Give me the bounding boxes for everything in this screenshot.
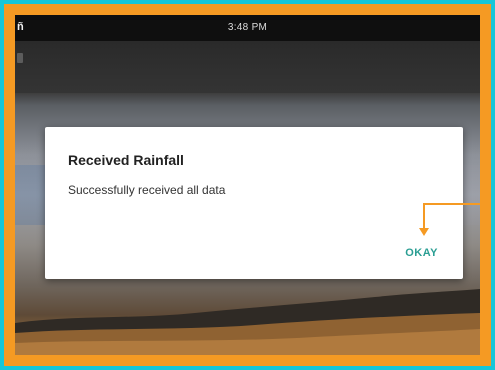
status-bar: ñ 3:48 PM bbox=[15, 15, 480, 41]
okay-button[interactable]: OKAY bbox=[401, 245, 442, 261]
menu-icon bbox=[17, 53, 23, 63]
background-landscape bbox=[15, 285, 480, 355]
dialog-message: Successfully received all data bbox=[68, 183, 226, 197]
annotation-frame: ñ 3:48 PM Received Rainfall Successfully… bbox=[4, 4, 491, 366]
status-time: 3:48 PM bbox=[227, 22, 268, 33]
device-screen: ñ 3:48 PM Received Rainfall Successfully… bbox=[15, 15, 480, 355]
app-bar bbox=[15, 41, 480, 93]
dialog-title: Received Rainfall bbox=[68, 152, 184, 168]
alert-dialog: Received Rainfall Successfully received … bbox=[45, 127, 463, 279]
